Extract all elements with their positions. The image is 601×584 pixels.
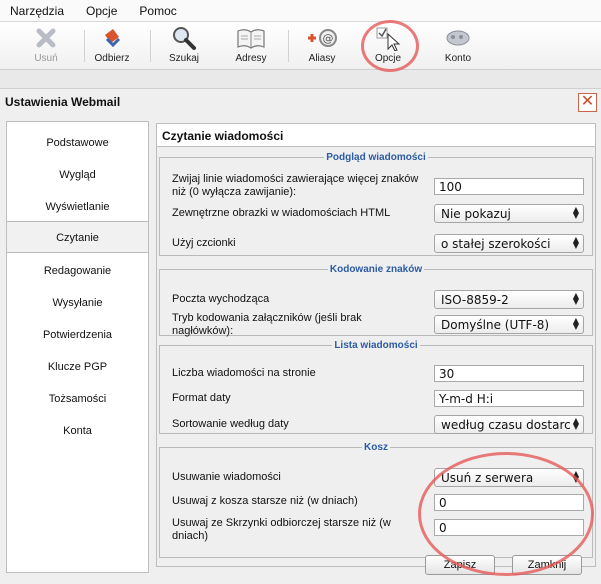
per-page-input[interactable]: 30: [434, 365, 584, 382]
trash-days-label: Usuwaj z kosza starsze niż (w dniach): [172, 495, 358, 507]
images-select[interactable]: Nie pokazuj ▲ ▼: [434, 204, 584, 223]
sidebar-item-podstawowe[interactable]: Podstawowe: [7, 127, 148, 159]
outgoing-encoding-select[interactable]: ISO-8859-2 ▲ ▼: [434, 290, 584, 309]
menu-narzedzia[interactable]: Narzędzia: [10, 4, 64, 18]
search-icon: [154, 25, 214, 51]
add-alias-icon: @: [292, 25, 352, 51]
settings-dialog: Ustawienia Webmail ✕ Podstawowe Wygląd W…: [0, 88, 601, 584]
settings-sidebar: Podstawowe Wygląd Wyświetlanie Czytanie …: [6, 121, 149, 573]
font-select[interactable]: o stałej szerokości ▲ ▼: [434, 234, 584, 253]
font-select-value: o stałej szerokości: [441, 237, 551, 251]
addresses-label: Adresy: [235, 53, 267, 64]
aliases-label: Aliasy: [308, 53, 336, 64]
date-format-label: Format daty: [172, 392, 231, 404]
attach-label: Tryb kodowania załączników (jeśli brak n…: [172, 312, 362, 337]
search-button[interactable]: Szukaj: [154, 25, 214, 67]
delete-label: Usuń: [34, 53, 58, 64]
list-legend: Lista wiadomości: [334, 340, 418, 351]
menu-pomoc[interactable]: Pomoc: [139, 4, 176, 18]
attach-select-value: Domyślne (UTF-8): [441, 318, 550, 332]
sidebar-item-czytanie[interactable]: Czytanie: [7, 221, 148, 253]
receive-button[interactable]: Odbierz: [82, 25, 142, 67]
delete-icon: [16, 25, 76, 51]
sidebar-item-klucze-pgp[interactable]: Klucze PGP: [7, 351, 148, 383]
sidebar-item-wyswietlanie[interactable]: Wyświetlanie: [7, 191, 148, 223]
sidebar-item-tozsamosci[interactable]: Tożsamości: [7, 383, 148, 415]
select-arrows-icon: ▲ ▼: [572, 469, 579, 484]
delete-mode-label: Usuwanie wiadomości: [172, 471, 281, 483]
attach-encoding-select[interactable]: Domyślne (UTF-8) ▲ ▼: [434, 315, 584, 334]
menu-opcje[interactable]: Opcje: [86, 4, 117, 18]
date-format-input[interactable]: Y-m-d H:i: [434, 390, 584, 407]
inbox-days-input[interactable]: 0: [434, 519, 584, 536]
inbox-days-label: Usuwaj ze Skrzynki odbiorczej starsze ni…: [172, 517, 391, 542]
delete-button[interactable]: Usuń: [16, 25, 76, 67]
sort-select[interactable]: według czasu dostarc ▲ ▼: [434, 415, 584, 434]
options-label: Opcje: [374, 53, 402, 64]
trash-section: Kosz Usuwanie wiadomości Usuń z serwera ▲…: [159, 442, 593, 558]
toolbar-separator: [288, 30, 289, 62]
close-icon[interactable]: ✕: [578, 93, 597, 112]
account-button[interactable]: Konto: [428, 25, 488, 67]
toolbar-separator: [150, 30, 151, 62]
select-arrows-icon: ▲ ▼: [572, 416, 579, 431]
toolbar: Usuń Odbierz Szukaj Adresy @ Aliasy Opcj…: [0, 22, 601, 70]
list-section: Lista wiadomości Liczba wiadomości na st…: [159, 340, 593, 434]
wrap-chars-input[interactable]: 100: [434, 178, 584, 195]
addresses-button[interactable]: Adresy: [221, 25, 281, 67]
pane-title: Czytanie wiadomości: [157, 124, 595, 147]
save-button[interactable]: Zapisz: [425, 555, 495, 575]
outgoing-select-value: ISO-8859-2: [441, 293, 509, 307]
outgoing-label: Poczta wychodząca: [172, 293, 270, 305]
preview-section: Podgląd wiadomości Zwijaj linie wiadomoś…: [159, 152, 593, 256]
settings-pane: Czytanie wiadomości Podgląd wiadomości Z…: [156, 123, 596, 567]
menu-bar: Narzędzia Opcje Pomoc: [0, 0, 601, 22]
font-label: Użyj czcionki: [172, 237, 236, 249]
receive-label: Odbierz: [94, 53, 130, 64]
dialog-title: Ustawienia Webmail: [5, 95, 121, 109]
receive-mail-icon: [82, 25, 142, 51]
trash-days-input[interactable]: 0: [434, 494, 584, 511]
account-label: Konto: [444, 53, 472, 64]
preview-legend: Podgląd wiadomości: [326, 152, 426, 163]
select-arrows-icon: ▲ ▼: [572, 316, 579, 331]
trash-legend: Kosz: [364, 442, 388, 453]
select-arrows-icon: ▲ ▼: [572, 291, 579, 306]
address-book-icon: [221, 25, 281, 51]
close-button[interactable]: Zamknij: [512, 555, 582, 575]
options-checkbox-icon: [358, 25, 418, 52]
account-icon: [428, 25, 488, 51]
wrap-label: Zwijaj linie wiadomości zawierające więc…: [172, 173, 419, 198]
options-button[interactable]: Opcje: [358, 25, 418, 67]
aliases-button[interactable]: @ Aliasy: [292, 25, 352, 67]
encoding-legend: Kodowanie znaków: [329, 264, 423, 275]
delete-mode-select-value: Usuń z serwera: [441, 471, 534, 485]
sort-select-value: według czasu dostarc: [441, 418, 571, 432]
delete-mode-select[interactable]: Usuń z serwera ▲ ▼: [434, 468, 584, 487]
per-page-label: Liczba wiadomości na stronie: [172, 367, 316, 379]
select-arrows-icon: ▲ ▼: [572, 205, 579, 220]
search-label: Szukaj: [168, 53, 199, 64]
sidebar-item-wyglad[interactable]: Wygląd: [7, 159, 148, 191]
select-arrows-icon: ▲ ▼: [572, 235, 579, 250]
sidebar-item-konta[interactable]: Konta: [7, 415, 148, 447]
encoding-section: Kodowanie znaków Poczta wychodząca ISO-8…: [159, 264, 593, 337]
images-select-value: Nie pokazuj: [441, 207, 511, 221]
svg-text:@: @: [323, 32, 334, 45]
images-label: Zewnętrzne obrazki w wiadomościach HTML: [172, 207, 391, 219]
sort-label: Sortowanie według daty: [172, 418, 289, 430]
sidebar-item-wysylanie[interactable]: Wysyłanie: [7, 287, 148, 319]
sidebar-item-redagowanie[interactable]: Redagowanie: [7, 255, 148, 287]
sidebar-item-potwierdzenia[interactable]: Potwierdzenia: [7, 319, 148, 351]
